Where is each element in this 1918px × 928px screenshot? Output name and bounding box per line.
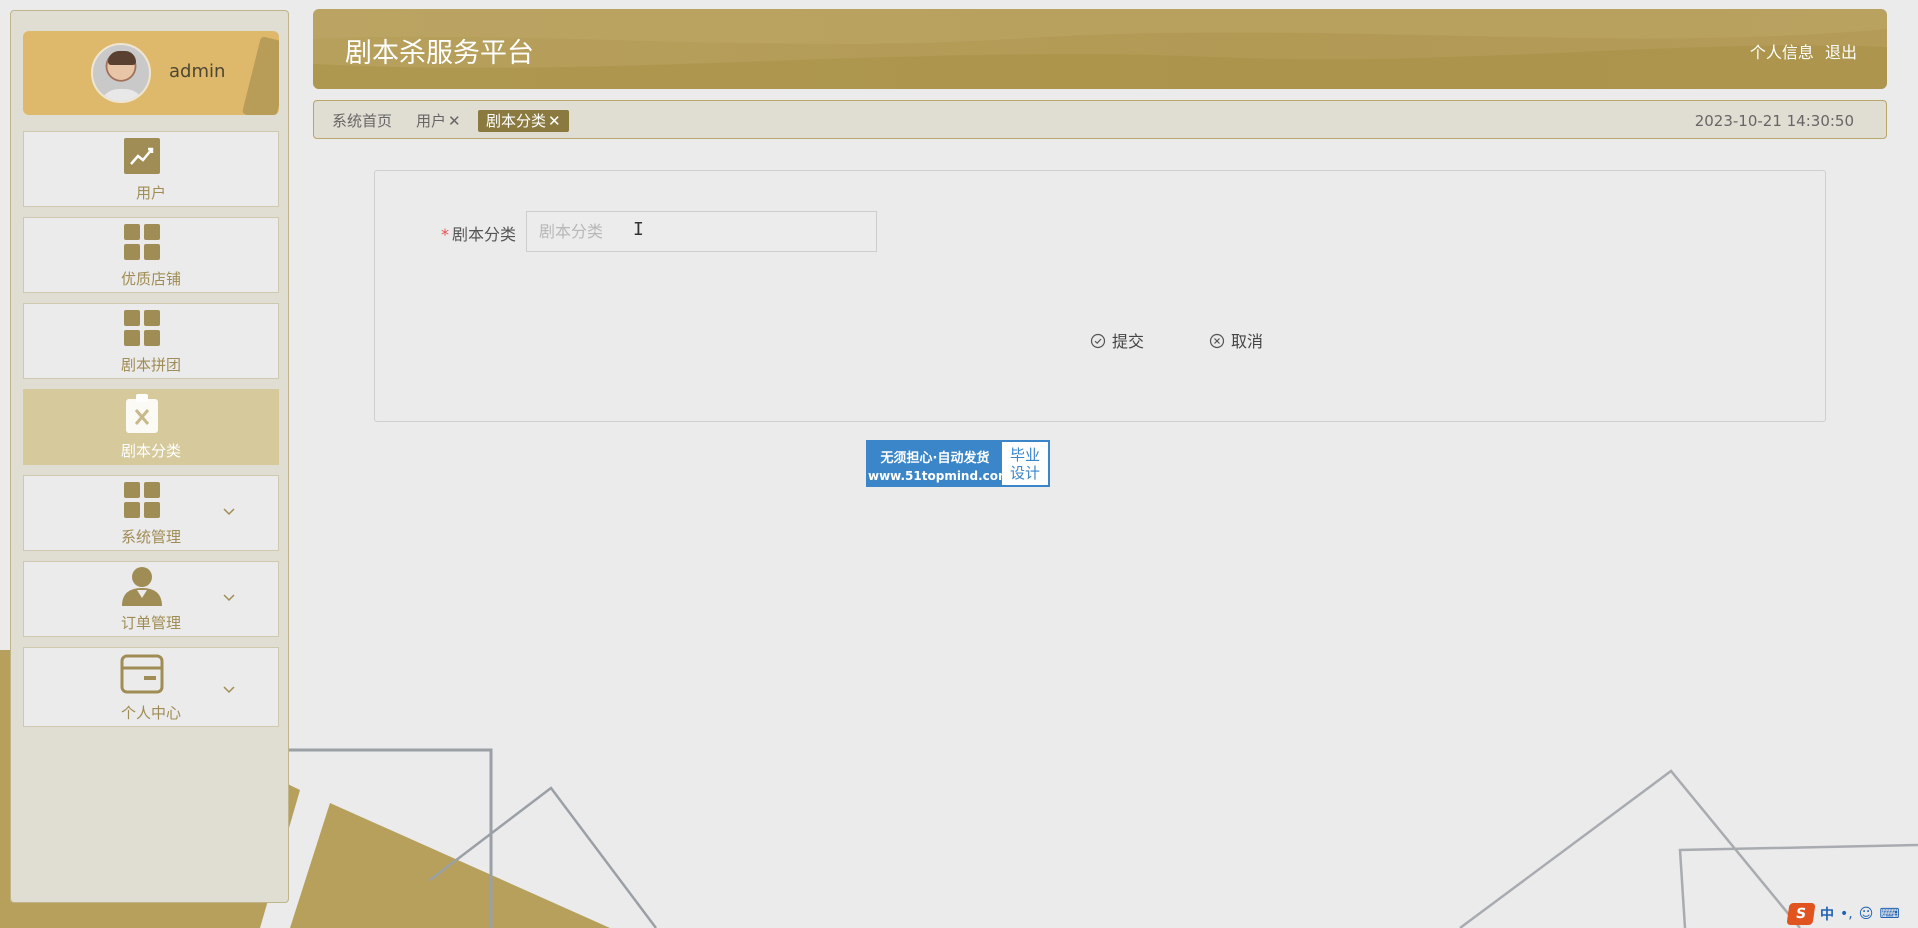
close-circle-icon (1209, 333, 1225, 349)
sidebar-item-label: 优质店铺 (120, 270, 181, 288)
chevron-down-icon (223, 508, 235, 516)
profile-decoration (241, 36, 279, 115)
tab-users[interactable]: 用户 ✕ (416, 110, 461, 132)
ad-right-line2: 设计 (1009, 464, 1040, 482)
sidebar-item-system-management[interactable]: 系统管理 (23, 475, 279, 551)
ad-line2: www.51topmind.com (868, 469, 1011, 483)
grid-icon (124, 310, 160, 346)
close-icon[interactable]: ✕ (448, 112, 461, 130)
ad-banner[interactable]: 无须担心·自动发货 www.51topmind.com 毕业 设计 (866, 440, 1050, 487)
sidebar-item-script-category[interactable]: 剧本分类 (23, 389, 279, 465)
script-category-input[interactable] (526, 211, 877, 252)
chart-icon (124, 138, 160, 174)
tab-script-category[interactable]: 剧本分类 ✕ (478, 110, 569, 132)
sidebar-item-label: 用户 (135, 184, 166, 202)
tab-label: 剧本分类 (486, 112, 547, 130)
person-icon (122, 567, 162, 606)
user-profile-card[interactable]: admin (23, 31, 279, 115)
tab-home[interactable]: 系统首页 (332, 110, 392, 132)
chevron-down-icon (223, 686, 235, 694)
ad-right: 毕业 设计 (1002, 442, 1048, 485)
check-circle-icon (1090, 333, 1106, 349)
tabs-bar: 系统首页 用户 ✕ 剧本分类 ✕ 2023-10-21 14:30:50 (313, 100, 1887, 139)
ad-left: 无须担心·自动发货 www.51topmind.com (868, 442, 1011, 485)
cancel-label: 取消 (1231, 332, 1264, 351)
header-wave-decoration (313, 9, 1887, 89)
sidebar-item-label: 系统管理 (120, 528, 181, 546)
sidebar-item-order-management[interactable]: 订单管理 (23, 561, 279, 637)
sidebar-item-personal-center[interactable]: 个人中心 (23, 647, 279, 727)
tab-label: 系统首页 (332, 112, 393, 130)
submit-button[interactable]: 提交 (1090, 329, 1144, 355)
wallet-icon (120, 654, 164, 694)
close-icon[interactable]: ✕ (548, 112, 561, 130)
sidebar-item-quality-stores[interactable]: 优质店铺 (23, 217, 279, 293)
cancel-button[interactable]: 取消 (1209, 329, 1263, 355)
top-header: 剧本杀服务平台 个人信息 退出 (313, 9, 1887, 89)
current-datetime: 2023-10-21 14:30:50 (1694, 112, 1854, 130)
sogou-logo-icon: S (1786, 903, 1816, 925)
ad-line1: 无须担心·自动发货 (880, 451, 990, 466)
ime-punct-toggle[interactable]: •, (1840, 906, 1853, 922)
profile-link[interactable]: 个人信息 (1750, 43, 1814, 62)
required-mark: * (441, 225, 449, 244)
username: admin (169, 61, 226, 82)
ime-lang-toggle[interactable]: 中 (1820, 904, 1834, 924)
grid-icon (124, 482, 160, 518)
keyboard-icon[interactable]: ⌨ (1879, 906, 1899, 922)
avatar (91, 43, 151, 103)
tab-label: 用户 (416, 112, 447, 130)
field-label-text: 剧本分类 (452, 225, 517, 244)
emoji-icon[interactable]: ☺ (1859, 906, 1874, 922)
sidebar-item-label: 个人中心 (120, 704, 181, 722)
text-cursor-icon: I (633, 219, 644, 240)
sidebar-item-label: 剧本拼团 (120, 356, 181, 374)
sidebar-item-users[interactable]: 用户 (23, 131, 279, 207)
submit-label: 提交 (1112, 332, 1145, 351)
field-label: * 剧本分类 (441, 221, 516, 245)
header-links: 个人信息 退出 (1744, 39, 1857, 63)
ad-right-line1: 毕业 (1009, 446, 1040, 464)
clipboard-x-icon (126, 394, 158, 433)
sidebar-item-label: 剧本分类 (120, 442, 181, 460)
logout-link[interactable]: 退出 (1825, 43, 1857, 62)
form-panel: *剧本分类 I 提交 取消 (374, 170, 1826, 422)
sidebar-item-script-group[interactable]: 剧本拼团 (23, 303, 279, 379)
sidebar: admin 用户 优质店铺 剧本拼团 剧本分类 系统管理 订单管理 个人中心 (10, 10, 289, 903)
site-title: 剧本杀服务平台 (345, 38, 534, 69)
grid-icon (124, 224, 160, 260)
chevron-down-icon (223, 594, 235, 602)
ime-toolbar[interactable]: S 中 •, ☺ ⌨ (1786, 902, 1900, 926)
sidebar-item-label: 订单管理 (120, 614, 181, 632)
